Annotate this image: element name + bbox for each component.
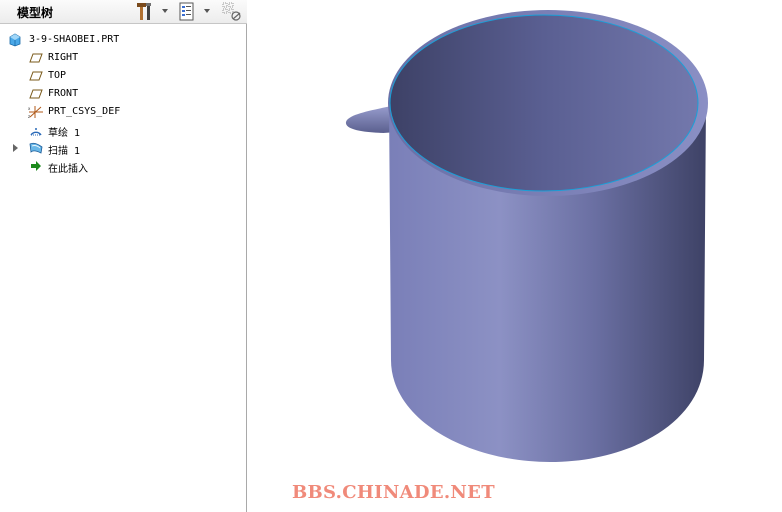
tree-settings-dropdown-icon[interactable] — [204, 9, 210, 13]
tree-item-label: PRT_CSYS_DEF — [48, 106, 121, 117]
coordinate-system-icon: x z — [28, 105, 43, 119]
tree-item-top[interactable]: TOP — [0, 67, 246, 85]
beaker-model[interactable] — [248, 0, 782, 512]
tree-item-insert-here[interactable]: 在此插入 — [0, 157, 246, 175]
model-tree-panel: 模型树 3-9-SHAOBEI.PRT RIGHT TOP FRONT x z … — [0, 0, 247, 512]
datum-plane-icon — [29, 51, 43, 65]
tools-dropdown-icon[interactable] — [162, 9, 168, 13]
model-tree-header: 模型树 — [0, 0, 247, 24]
sweep-icon — [28, 141, 43, 155]
tree-item-label: RIGHT — [48, 52, 79, 63]
tree-settings-icon[interactable] — [177, 1, 197, 22]
graphics-viewport[interactable]: BBS.CHINADE.NET — [248, 0, 782, 512]
tree-root-label: 3-9-SHAOBEI.PRT — [29, 34, 120, 45]
tree-item-sweep[interactable]: 扫描 1 — [0, 139, 246, 157]
watermark-text: BBS.CHINADE.NET — [292, 482, 495, 503]
filter-icon[interactable] — [221, 1, 243, 22]
insert-here-arrow-icon — [29, 159, 43, 173]
tree-item-right[interactable]: RIGHT — [0, 49, 246, 67]
model-tree-title: 模型树 — [17, 6, 54, 20]
tree-item-label: TOP — [48, 70, 67, 81]
tree-item-front[interactable]: FRONT — [0, 85, 246, 103]
tree-item-label: 扫描 1 — [48, 146, 81, 157]
tree-item-label: FRONT — [48, 88, 79, 99]
model-tree-list: 3-9-SHAOBEI.PRT RIGHT TOP FRONT x z PRT_… — [0, 31, 246, 175]
tree-item-sketch[interactable]: 草绘 1 — [0, 121, 246, 139]
expand-arrow-icon[interactable] — [13, 144, 18, 152]
tree-item-label: 在此插入 — [48, 164, 88, 175]
svg-text:x: x — [28, 106, 31, 111]
beaker-opening — [389, 14, 699, 192]
part-icon — [8, 33, 22, 47]
svg-text:z: z — [28, 114, 30, 119]
tree-item-root[interactable]: 3-9-SHAOBEI.PRT — [0, 31, 246, 49]
tools-icon[interactable] — [134, 1, 154, 22]
tree-item-csys[interactable]: x z PRT_CSYS_DEF — [0, 103, 246, 121]
datum-plane-icon — [29, 87, 43, 101]
datum-plane-icon — [29, 69, 43, 83]
tree-item-label: 草绘 1 — [48, 128, 81, 139]
sketch-icon — [29, 123, 43, 137]
